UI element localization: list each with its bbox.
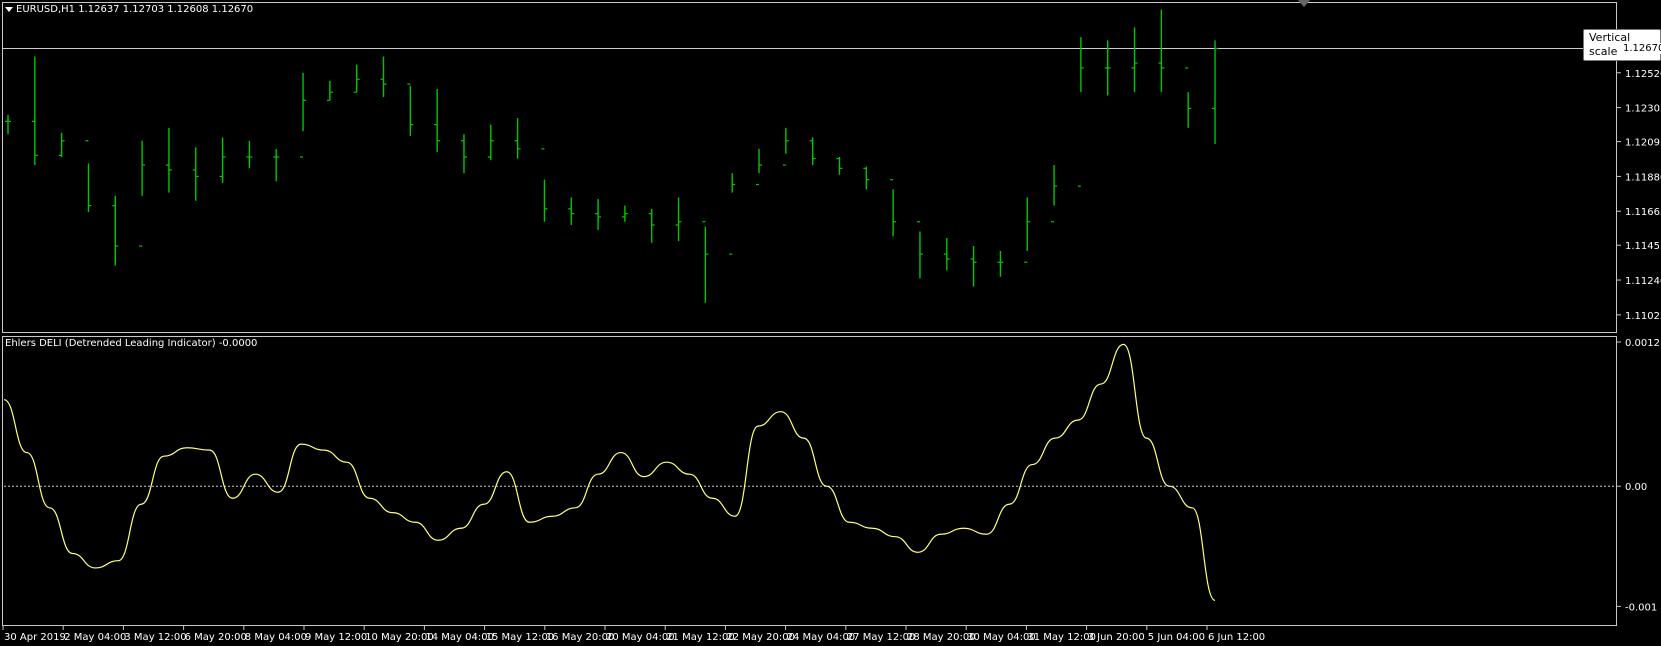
candle[interactable] — [380, 56, 387, 98]
candle[interactable] — [5, 114, 11, 135]
time-axis-label: 6 May 20:00 — [185, 632, 247, 643]
candle[interactable] — [648, 208, 655, 243]
indicator-series-line[interactable] — [3, 343, 1216, 601]
time-axis-label: 6 Jun 12:00 — [1208, 632, 1265, 643]
price-axis-label: 1.12095 — [1625, 138, 1661, 149]
time-axis-label: 20 May 04:00 — [606, 632, 675, 643]
candle[interactable] — [407, 83, 414, 136]
time-axis-label: 30 Apr 2019 — [4, 632, 66, 643]
candle[interactable] — [863, 166, 870, 190]
candle[interactable] — [1077, 37, 1084, 187]
candle[interactable] — [675, 197, 682, 242]
chart-shift-marker-icon[interactable] — [1298, 0, 1310, 7]
price-axis-label: 1.12305 — [1625, 104, 1661, 115]
candle[interactable] — [568, 197, 575, 225]
candle[interactable] — [890, 179, 897, 237]
time-axis-label: 15 May 12:00 — [486, 632, 555, 643]
candle[interactable] — [1158, 9, 1165, 93]
time-axis-label: 8 May 04:00 — [245, 632, 307, 643]
indicator-axis-label: -0.001 — [1625, 602, 1657, 613]
candle[interactable] — [595, 199, 602, 230]
candle[interactable] — [916, 221, 923, 279]
time-axis-label: 16 May 20:00 — [546, 632, 615, 643]
time-axis-label: 5 Jun 04:00 — [1148, 632, 1205, 643]
time-axis-label: 31 May 12:00 — [1027, 632, 1096, 643]
candle[interactable] — [1131, 27, 1138, 93]
price-axis-label: 1.11240 — [1625, 276, 1661, 287]
candle[interactable] — [31, 56, 38, 166]
candle[interactable] — [782, 127, 789, 166]
dropdown-arrow-icon[interactable] — [5, 6, 13, 12]
time-axis-label: 21 May 12:00 — [666, 632, 735, 643]
candle[interactable] — [541, 148, 548, 222]
candle[interactable] — [219, 137, 226, 183]
candle[interactable] — [353, 64, 360, 93]
candle[interactable] — [702, 221, 709, 303]
candle[interactable] — [326, 80, 333, 101]
candle[interactable] — [487, 124, 494, 161]
candle[interactable] — [970, 246, 977, 287]
price-axis-label: 1.11880 — [1625, 172, 1661, 183]
candle[interactable] — [756, 148, 763, 186]
candle[interactable] — [112, 195, 119, 266]
candle[interactable] — [192, 147, 199, 201]
price-axis-label: 1.11455 — [1625, 241, 1661, 252]
time-axis-label: 3 May 12:00 — [124, 632, 186, 643]
candle[interactable] — [943, 237, 950, 271]
candle[interactable] — [58, 132, 65, 157]
candle[interactable] — [621, 205, 628, 222]
candle[interactable] — [809, 137, 816, 166]
indicator-title: Ehlers DELI (Detrended Leading Indicator… — [5, 338, 258, 349]
price-axis-label: 1.11025 — [1625, 311, 1661, 322]
candle[interactable] — [514, 118, 521, 159]
indicator-axis-label: 0.00 — [1625, 482, 1647, 493]
candle[interactable] — [729, 173, 736, 255]
time-axis-label: 14 May 04:00 — [425, 632, 494, 643]
candle[interactable] — [85, 140, 92, 213]
time-axis-label: 27 May 12:00 — [847, 632, 916, 643]
candle[interactable] — [139, 140, 146, 247]
time-axis-label: 9 May 12:00 — [305, 632, 367, 643]
time-axis-label: 28 May 20:00 — [907, 632, 976, 643]
time-axis-label: 22 May 20:00 — [726, 632, 795, 643]
candle[interactable] — [165, 127, 172, 193]
symbol-title: EURUSD,H1 1.12637 1.12703 1.12608 1.1267… — [5, 4, 253, 16]
price-axis-label: 1.11665 — [1625, 207, 1661, 218]
price-axis-label: 1.12520 — [1625, 69, 1661, 80]
candle[interactable] — [1051, 165, 1058, 223]
candle[interactable] — [1024, 197, 1031, 263]
time-axis-label: 2 May 04:00 — [64, 632, 126, 643]
candle[interactable] — [300, 72, 307, 158]
symbol-title-text: EURUSD,H1 1.12637 1.12703 1.12608 1.1267… — [16, 4, 254, 15]
candle[interactable] — [997, 250, 1004, 277]
indicator-axis-label: 0.0012 — [1625, 338, 1660, 349]
candle[interactable] — [246, 140, 253, 169]
candle[interactable] — [273, 148, 280, 182]
time-axis-label: 24 May 04:00 — [787, 632, 856, 643]
current-price-tag: 1.12670 — [1620, 43, 1661, 55]
candle[interactable] — [836, 156, 843, 175]
time-axis-label: 30 May 04:00 — [967, 632, 1036, 643]
time-axis-label: 10 May 20:00 — [365, 632, 434, 643]
candle[interactable] — [460, 134, 467, 174]
candle[interactable] — [1212, 40, 1218, 145]
candle[interactable] — [1185, 67, 1192, 128]
time-axis-label: 3 Jun 20:00 — [1088, 632, 1145, 643]
candle[interactable] — [434, 88, 441, 153]
chart-canvas[interactable]: 1.127351.125201.123051.120951.118801.116… — [0, 0, 1661, 646]
